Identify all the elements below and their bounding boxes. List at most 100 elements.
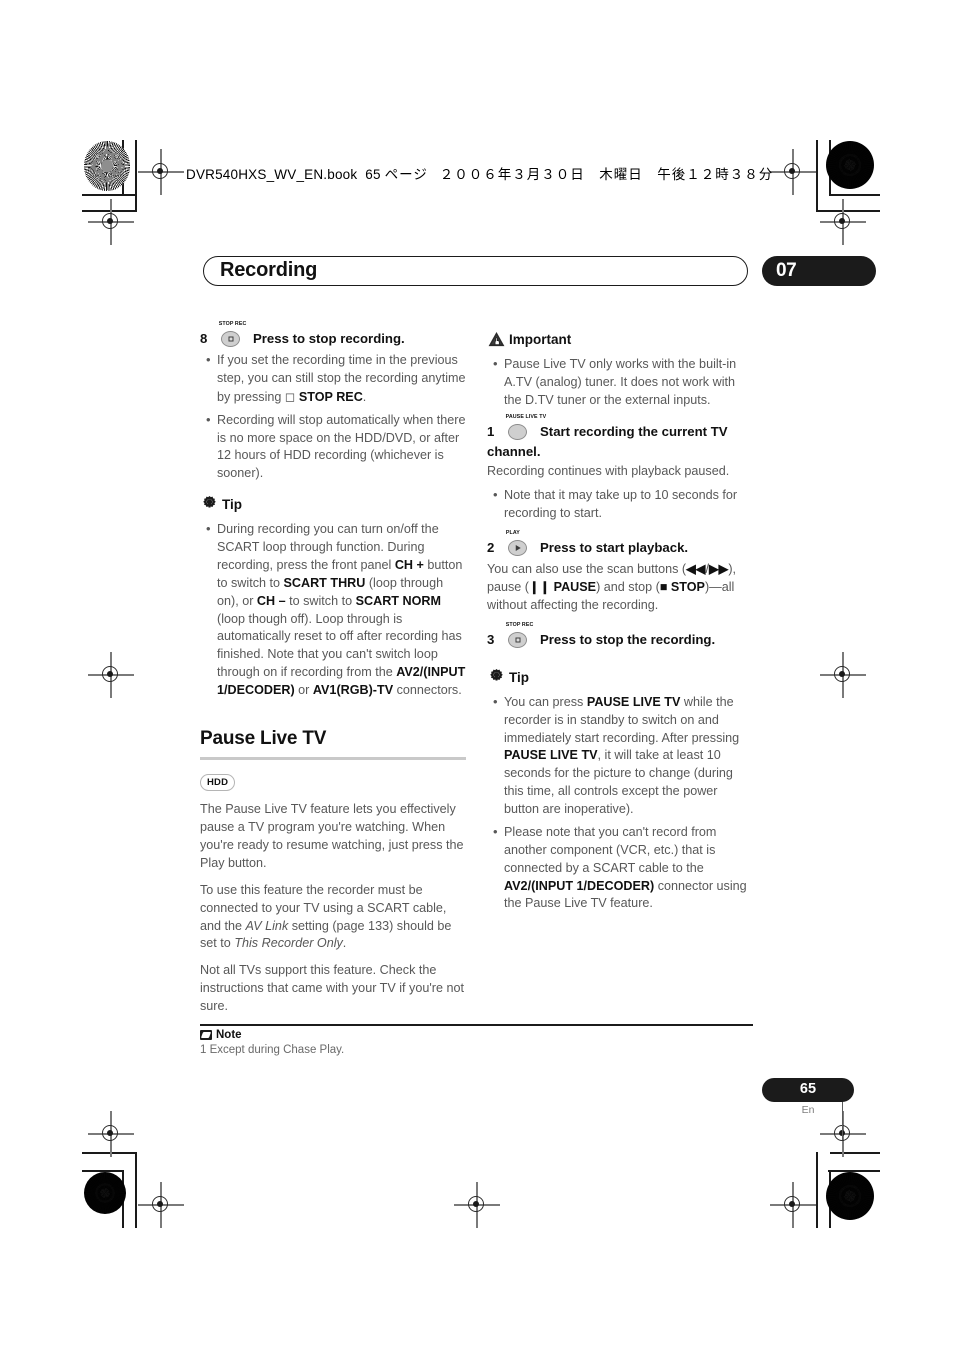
print-header-page: 65 <box>365 167 381 182</box>
step-8: 8 STOP REC Press to stop recording. <box>200 321 466 350</box>
list-item: Note that it may take up to 10 seconds f… <box>493 486 753 523</box>
section-paragraph-2: To use this feature the recorder must be… <box>200 882 452 951</box>
left-column: 8 STOP REC Press to stop recording. If you… <box>200 321 466 1025</box>
tip-title-left: Tip <box>222 497 242 513</box>
footnote-text: 1 Except during Chase Play. <box>200 1043 345 1056</box>
tip-callout-right: Tip <box>487 668 753 687</box>
step-8-instruction: Press to stop recording. <box>253 331 405 346</box>
crop-rule-br-h2 <box>828 1170 880 1172</box>
density-target-tl <box>84 141 130 191</box>
step-3-number: 3 <box>487 631 495 647</box>
footnote-block: Note 1 Except during Chase Play. <box>200 1024 753 1056</box>
step-1-continuation: Recording continues with playback paused… <box>487 463 730 478</box>
crop-rule-tl-h1 <box>82 194 136 196</box>
pencil-icon <box>200 1030 212 1040</box>
stop-rec-button-caption-2: STOP REC <box>505 621 534 628</box>
footnote-rule <box>200 1024 753 1026</box>
crop-rule-bl-v1 <box>122 1172 124 1228</box>
crop-rule-tr-h2 <box>816 210 880 212</box>
crop-rule-tr-h1 <box>830 194 880 196</box>
registration-mark-right-middle <box>820 652 866 698</box>
section-paragraph-1: The Pause Live TV feature lets you effec… <box>200 802 464 870</box>
section-rule <box>200 756 466 760</box>
step-2-number: 2 <box>487 540 495 556</box>
list-item: Pause Live TV only works with the built-… <box>493 355 753 410</box>
registration-mark-left-upper <box>88 199 134 245</box>
media-badge-row: HDD <box>200 773 466 801</box>
crop-rule-br-v1 <box>829 1172 831 1228</box>
right-column: Important Pause Live TV only works with … <box>487 330 753 922</box>
step-8-number: 8 <box>200 331 208 346</box>
step-8-bullets: If you set the recording time in the pre… <box>200 351 466 484</box>
list-item: Recording will stop automatically when t… <box>206 411 466 484</box>
crop-rule-bl-h1 <box>82 1152 136 1154</box>
registration-mark-left-middle <box>88 652 134 698</box>
step-3-instruction: Press to stop the recording. <box>540 631 716 647</box>
crop-rule-bl-v2 <box>135 1152 137 1228</box>
registration-mark-bottom-left <box>138 1182 184 1228</box>
step-3: 3 STOP REC Press to stop the recording. <box>487 622 753 651</box>
registration-mark-left-lower <box>88 1111 134 1157</box>
important-title: Important <box>509 332 572 347</box>
list-item: During recording you can turn on/off the… <box>206 520 466 700</box>
warning-hand-icon <box>487 330 506 349</box>
step-1-bullets: Note that it may take up to 10 seconds f… <box>487 486 753 523</box>
crop-rule-tl-v2 <box>135 140 137 212</box>
step-2-instruction: Press to start playback. <box>540 540 689 556</box>
footnote-title: Note <box>216 1029 242 1041</box>
crop-rule-tl-h2 <box>82 210 136 212</box>
crop-rule-tr-v2 <box>816 140 818 212</box>
chapter-number-badge: 07 <box>762 256 876 286</box>
crop-rule-br-v2 <box>816 1152 818 1228</box>
play-icon <box>508 540 527 557</box>
page-language-label: En <box>801 1104 815 1116</box>
crop-rule-br-h1 <box>830 1152 880 1154</box>
step-1-button-icon: PAUSE LIVE TV <box>504 414 546 443</box>
density-target-bl <box>84 1172 126 1214</box>
play-button-caption: PLAY <box>505 530 520 537</box>
stop-rec-icon <box>221 331 240 347</box>
step-1: 1 PAUSE LIVE TV Start recording the curren… <box>487 414 753 461</box>
section-heading-pause-live-tv: Pause Live TV <box>200 727 327 749</box>
crop-rule-tr-v1 <box>829 140 831 196</box>
print-header-page-unit: ページ <box>384 167 428 182</box>
section-paragraph-3: Not all TVs support this feature. Check … <box>200 963 464 1014</box>
registration-mark-bottom-right <box>770 1182 816 1228</box>
step-2: 2 PLAY Press to start playback. <box>487 530 753 559</box>
registration-mark-top-left <box>138 149 184 195</box>
pause-live-tv-button-caption: PAUSE LIVE TV <box>505 413 547 420</box>
registration-mark-right-upper <box>820 199 866 245</box>
step-8-button-icon: STOP REC <box>217 321 253 350</box>
chapter-number-label: 07 <box>776 260 797 281</box>
stop-rec-button-caption: STOP REC <box>218 321 247 327</box>
tip-title-right: Tip <box>509 669 529 685</box>
crop-rule-tl-v1 <box>122 140 124 196</box>
registration-mark-right-lower <box>820 1111 866 1157</box>
page-number-label: 65 <box>799 1081 817 1097</box>
step-1-number: 1 <box>487 423 495 439</box>
tip-bullets-right: You can press PAUSE LIVE TV while the re… <box>487 693 753 914</box>
step-2-button-icon: PLAY <box>504 530 540 559</box>
list-item: If you set the recording time in the pre… <box>206 351 466 407</box>
step-2-continuation: You can also use the scan buttons (◀◀/▶▶… <box>487 562 737 612</box>
crop-rule-bl-h2 <box>82 1170 124 1172</box>
registration-mark-bottom-center <box>454 1182 500 1228</box>
footnote-heading: Note <box>200 1029 753 1043</box>
print-header-line: DVR540HXS_WV_EN.book 65 ページ ２００６年３月３０日 木… <box>186 163 773 183</box>
registration-mark-top-right <box>770 149 816 195</box>
page-title: Recording <box>220 259 318 281</box>
gear-lightbulb-icon <box>487 668 506 687</box>
gear-lightbulb-icon <box>200 495 219 514</box>
print-marks-layer <box>0 0 954 1351</box>
print-header-filename: DVR540HXS_WV_EN.book <box>186 167 358 182</box>
important-callout: Important <box>487 330 753 349</box>
hdd-badge: HDD <box>200 773 236 792</box>
tip-callout-left: Tip <box>200 495 466 514</box>
page-number-badge: 65 <box>762 1078 854 1102</box>
important-bullets: Pause Live TV only works with the built-… <box>487 355 753 410</box>
step-3-button-icon: STOP REC <box>504 622 540 651</box>
tip-bullets-left: During recording you can turn on/off the… <box>200 520 466 700</box>
print-header-date: ２００６年３月３０日 木曜日 午後１２時３８分 <box>439 167 774 182</box>
pause-live-tv-icon <box>508 423 527 440</box>
density-target-tr <box>826 141 874 189</box>
